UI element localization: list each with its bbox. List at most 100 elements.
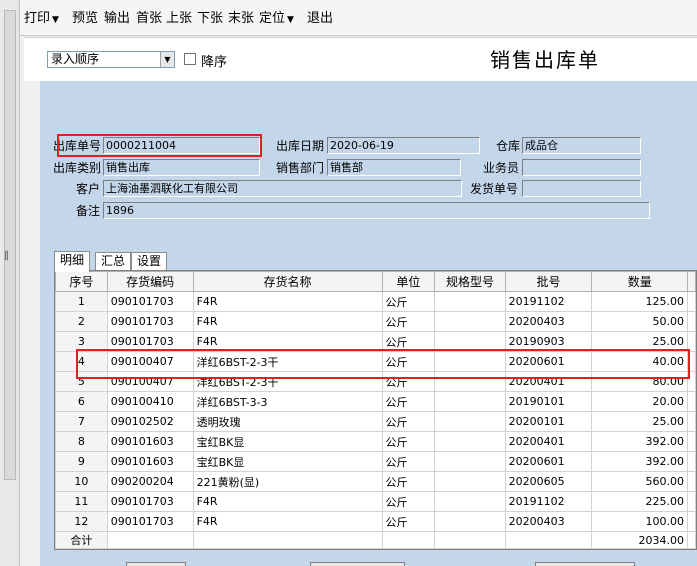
menu-first[interactable]: 首张 bbox=[136, 11, 162, 27]
menu-last[interactable]: 末张 bbox=[228, 11, 254, 27]
scrollbar-thumb[interactable] bbox=[4, 10, 16, 480]
table-cell[interactable]: 090101703 bbox=[106, 511, 194, 532]
table-cell[interactable]: 20191102 bbox=[504, 491, 593, 512]
table-cell[interactable]: 090101603 bbox=[106, 451, 194, 472]
table-cell[interactable]: 090101703 bbox=[106, 491, 194, 512]
table-cell[interactable]: 7 bbox=[55, 411, 108, 432]
table-row[interactable]: 12 090101703 F4R 公斤 20200403 100.00 bbox=[55, 511, 696, 532]
table-cell[interactable]: 090102502 bbox=[106, 411, 194, 432]
table-cell[interactable]: 090200204 bbox=[106, 471, 194, 492]
table-cell[interactable]: 9 bbox=[55, 451, 108, 472]
table-cell[interactable] bbox=[434, 451, 506, 472]
column-header[interactable]: 序号 bbox=[55, 271, 108, 292]
table-cell[interactable]: 20190101 bbox=[504, 391, 593, 412]
footer-button[interactable] bbox=[535, 562, 635, 566]
table-cell[interactable]: 5 bbox=[55, 371, 108, 392]
table-cell[interactable]: 洋红6BST-2-3干 bbox=[192, 371, 383, 392]
table-cell[interactable]: 221黄粉(显) bbox=[192, 471, 383, 492]
table-cell[interactable]: 公斤 bbox=[381, 331, 436, 352]
column-header[interactable]: 批号 bbox=[504, 271, 593, 292]
footer-button[interactable] bbox=[310, 562, 405, 566]
table-row[interactable]: 11 090101703 F4R 公斤 20191102 225.00 bbox=[55, 491, 696, 512]
table-cell[interactable] bbox=[434, 371, 506, 392]
table-cell[interactable]: 6 bbox=[55, 391, 108, 412]
table-cell[interactable]: 宝红BK显 bbox=[192, 431, 383, 452]
table-cell[interactable]: 20200601 bbox=[504, 351, 593, 372]
table-cell[interactable]: 090100407 bbox=[106, 351, 194, 372]
table-cell[interactable]: 公斤 bbox=[381, 411, 436, 432]
table-cell[interactable]: 25.00 bbox=[591, 331, 688, 352]
table-row[interactable]: 7 090102502 透明玫瑰 公斤 20200101 25.00 bbox=[55, 411, 696, 432]
customer-field[interactable]: 上海油墨泗联化工有限公司 bbox=[103, 180, 462, 197]
tab-settings[interactable]: 设置 bbox=[131, 252, 168, 271]
table-cell[interactable] bbox=[434, 411, 506, 432]
menu-print[interactable]: 打印 ▼ bbox=[24, 11, 59, 28]
table-cell[interactable]: 20190903 bbox=[504, 331, 593, 352]
table-cell[interactable] bbox=[434, 431, 506, 452]
table-cell[interactable]: 4 bbox=[55, 351, 108, 372]
menu-export[interactable]: 输出 bbox=[104, 11, 130, 27]
table-cell[interactable]: 125.00 bbox=[591, 291, 688, 312]
table-cell[interactable]: 50.00 bbox=[591, 311, 688, 332]
menu-preview[interactable]: 预览 bbox=[72, 11, 98, 27]
table-cell[interactable]: 560.00 bbox=[591, 471, 688, 492]
table-cell[interactable]: 公斤 bbox=[381, 371, 436, 392]
salesman-field[interactable] bbox=[522, 159, 641, 176]
out-type-field[interactable]: 销售出库 bbox=[103, 159, 260, 176]
column-header[interactable]: 单位 bbox=[381, 271, 436, 292]
menu-exit[interactable]: 退出 bbox=[307, 11, 333, 27]
warehouse-field[interactable]: 成品仓 bbox=[522, 137, 641, 154]
table-cell[interactable]: 090101703 bbox=[106, 291, 194, 312]
table-row[interactable]: 9 090101603 宝红BK显 公斤 20200601 392.00 bbox=[55, 451, 696, 472]
table-row[interactable]: 6 090100410 洋红6BST-3-3 公斤 20190101 20.00 bbox=[55, 391, 696, 412]
table-cell[interactable]: 公斤 bbox=[381, 491, 436, 512]
sort-order-select[interactable]: 录入顺序 ▼ bbox=[47, 51, 175, 68]
chevron-down-icon[interactable]: ▼ bbox=[160, 52, 174, 67]
table-cell[interactable]: 225.00 bbox=[591, 491, 688, 512]
ship-no-field[interactable] bbox=[522, 180, 641, 197]
table-cell[interactable]: 3 bbox=[55, 331, 108, 352]
tab-detail[interactable]: 明细 bbox=[54, 251, 91, 272]
table-cell[interactable]: 090101703 bbox=[106, 311, 194, 332]
table-cell[interactable]: 洋红6BST-2-3干 bbox=[192, 351, 383, 372]
table-cell[interactable]: F4R bbox=[192, 311, 383, 332]
table-cell[interactable]: 公斤 bbox=[381, 351, 436, 372]
table-row[interactable]: 2 090101703 F4R 公斤 20200403 50.00 bbox=[55, 311, 696, 332]
table-cell[interactable]: 透明玫瑰 bbox=[192, 411, 383, 432]
table-cell[interactable]: 公斤 bbox=[381, 471, 436, 492]
table-cell[interactable]: 公斤 bbox=[381, 311, 436, 332]
menu-next[interactable]: 下张 bbox=[197, 11, 223, 27]
column-header[interactable]: 数量 bbox=[591, 271, 688, 292]
table-row[interactable]: 10 090200204 221黄粉(显) 公斤 20200605 560.00 bbox=[55, 471, 696, 492]
table-row[interactable]: 5 090100407 洋红6BST-2-3干 公斤 20200401 80.00 bbox=[55, 371, 696, 392]
table-cell[interactable]: 公斤 bbox=[381, 451, 436, 472]
descending-checkbox[interactable] bbox=[184, 53, 196, 65]
table-cell[interactable] bbox=[434, 291, 506, 312]
table-cell[interactable]: F4R bbox=[192, 291, 383, 312]
table-row[interactable]: 3 090101703 F4R 公斤 20190903 25.00 bbox=[55, 331, 696, 352]
table-cell[interactable]: 40.00 bbox=[591, 351, 688, 372]
table-cell[interactable]: 20200101 bbox=[504, 411, 593, 432]
table-cell[interactable]: 12 bbox=[55, 511, 108, 532]
table-cell[interactable]: 100.00 bbox=[591, 511, 688, 532]
table-cell[interactable]: 8 bbox=[55, 431, 108, 452]
table-cell[interactable] bbox=[434, 331, 506, 352]
table-cell[interactable]: 20200403 bbox=[504, 511, 593, 532]
table-cell[interactable]: 090101603 bbox=[106, 431, 194, 452]
sales-dept-field[interactable]: 销售部 bbox=[327, 159, 461, 176]
table-cell[interactable]: 090100407 bbox=[106, 371, 194, 392]
table-cell[interactable]: 20191102 bbox=[504, 291, 593, 312]
column-header[interactable]: 存货名称 bbox=[192, 271, 383, 292]
out-date-field[interactable]: 2020-06-19 bbox=[327, 137, 480, 154]
table-cell[interactable]: F4R bbox=[192, 511, 383, 532]
table-cell[interactable]: 2 bbox=[55, 311, 108, 332]
table-cell[interactable]: F4R bbox=[192, 331, 383, 352]
column-header[interactable]: 规格型号 bbox=[434, 271, 506, 292]
table-cell[interactable]: 公斤 bbox=[381, 391, 436, 412]
table-cell[interactable]: 10 bbox=[55, 471, 108, 492]
table-cell[interactable] bbox=[434, 491, 506, 512]
table-cell[interactable] bbox=[434, 351, 506, 372]
table-cell[interactable]: 392.00 bbox=[591, 451, 688, 472]
table-cell[interactable]: 公斤 bbox=[381, 511, 436, 532]
table-cell[interactable]: 392.00 bbox=[591, 431, 688, 452]
